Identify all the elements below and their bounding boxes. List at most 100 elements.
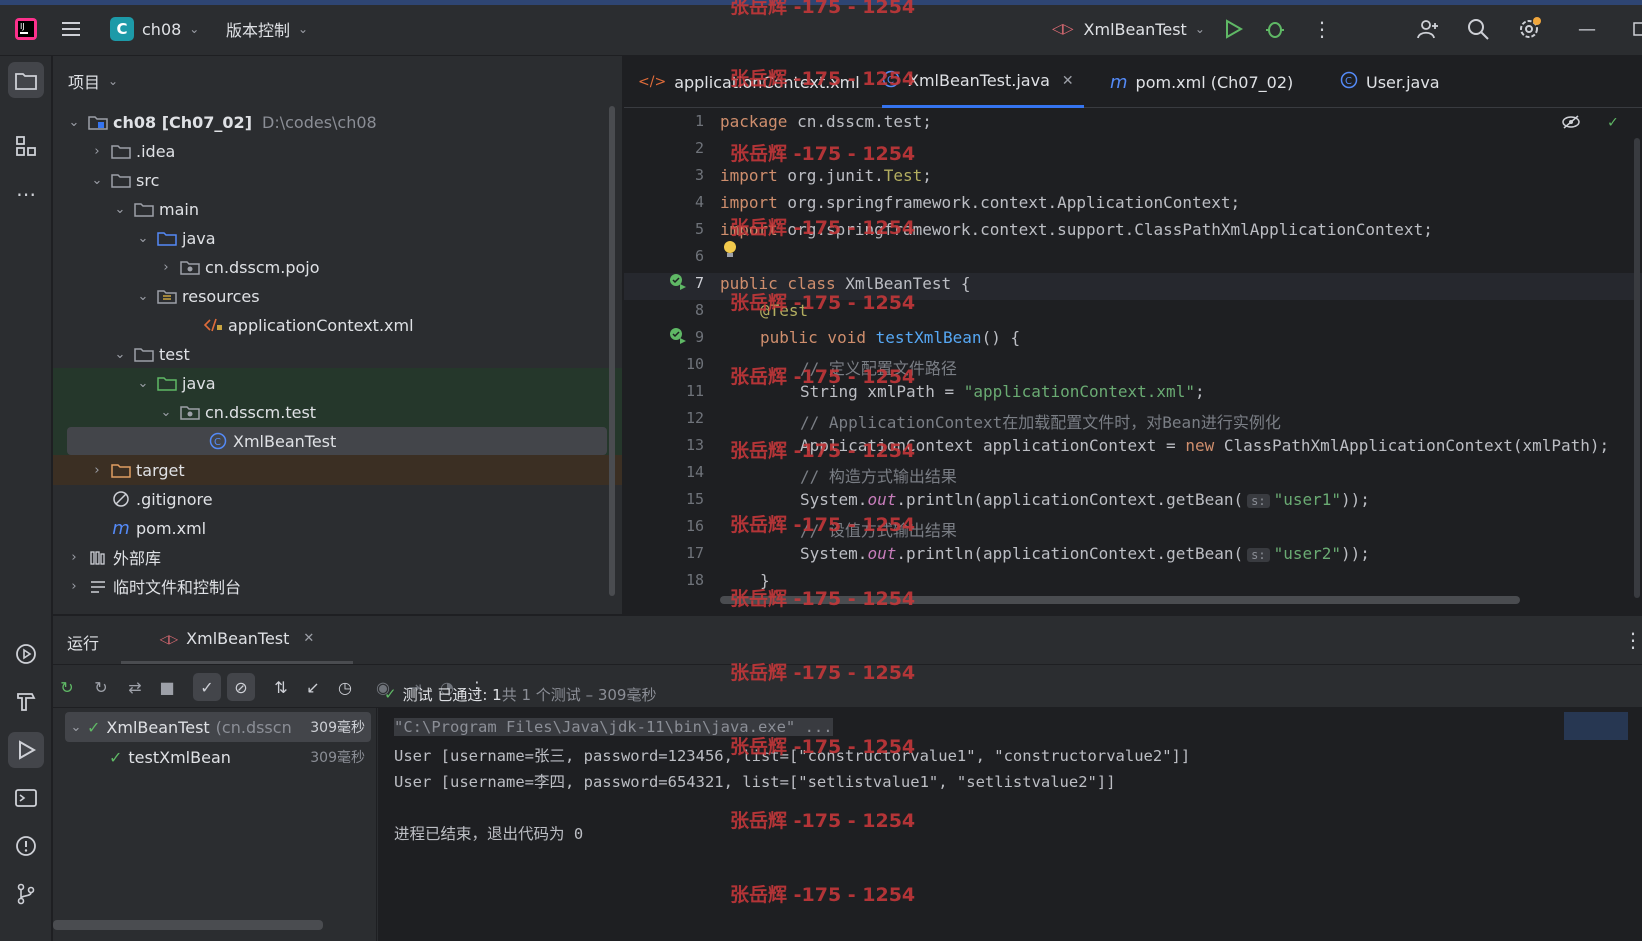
- toggle-auto-test-icon[interactable]: ⇄: [121, 673, 149, 701]
- tree-item-ch08[interactable]: ⌄ ch08 [Ch07_02] D:\codes\ch08: [53, 107, 622, 137]
- sort-icon[interactable]: ⇅: [267, 673, 295, 701]
- line-number: 14: [685, 463, 704, 481]
- terminal-tool-icon[interactable]: [8, 780, 44, 816]
- debug-button[interactable]: [1264, 14, 1286, 44]
- test-row-class[interactable]: ⌄ ✓ XmlBeanTest (cn.dsscn 309毫秒: [65, 712, 371, 742]
- chevron-right-icon[interactable]: ›: [65, 550, 83, 565]
- tree-item-label: XmlBeanTest: [233, 431, 337, 451]
- chevron-down-icon[interactable]: ⌄: [88, 173, 106, 188]
- project-scrollbar[interactable]: [609, 106, 615, 596]
- chevron-down-icon: ⌄: [108, 74, 119, 88]
- tree-item-target[interactable]: › target: [53, 455, 622, 485]
- reader-mode-eye-icon[interactable]: [1562, 114, 1580, 133]
- chevron-down-icon[interactable]: ⌄: [111, 347, 129, 362]
- test-history-icon[interactable]: ◷: [331, 673, 359, 701]
- tree-item-main-java[interactable]: ⌄ java: [53, 223, 622, 253]
- more-actions-icon[interactable]: ⋮: [1312, 14, 1332, 44]
- editor-horizontal-scrollbar[interactable]: [720, 596, 1520, 604]
- line-number: 16: [685, 517, 704, 535]
- tree-item-external-libs[interactable]: › 外部库: [53, 542, 622, 572]
- code-editor[interactable]: 1 2 3 4 5 6 7 8 9 10 11 12 13 14 15 16 1…: [624, 108, 1642, 614]
- console-output[interactable]: ✓ 测试 已通过: 1 共 1 个测试 – 309毫秒 "C:\Program …: [378, 685, 1642, 941]
- run-test-gutter-icon[interactable]: [668, 326, 688, 350]
- build-tool-icon[interactable]: [8, 684, 44, 720]
- minimize-icon[interactable]: —: [1578, 14, 1596, 44]
- problems-tool-icon[interactable]: [8, 828, 44, 864]
- line-number: 11: [685, 382, 704, 400]
- chevron-right-icon[interactable]: ›: [157, 260, 175, 275]
- chevron-right-icon[interactable]: ›: [65, 579, 83, 594]
- tree-item-resources[interactable]: ⌄ resources: [53, 281, 622, 311]
- tree-item-label: java: [182, 373, 216, 393]
- run-config-selector[interactable]: ◁▷ XmlBeanTest ⌄: [1052, 14, 1205, 44]
- tab-pom-xml[interactable]: m pom.xml (Ch07_02): [1110, 56, 1293, 108]
- xml-file-icon: </>: [638, 74, 667, 90]
- show-ignored-icon[interactable]: ⊘: [227, 673, 255, 701]
- lightbulb-icon[interactable]: [722, 240, 738, 264]
- run-panel-options-icon[interactable]: ⋮: [1623, 628, 1642, 652]
- tree-item-pojo-package[interactable]: › cn.dsscm.pojo: [53, 252, 622, 282]
- tree-item-pom[interactable]: m pom.xml: [53, 513, 622, 543]
- more-tools-icon[interactable]: ⋯: [8, 176, 44, 212]
- project-tool-icon[interactable]: [8, 62, 44, 98]
- close-icon[interactable]: ✕: [1062, 73, 1074, 89]
- run-tool-icon[interactable]: [8, 732, 44, 768]
- inspection-ok-icon[interactable]: ✓: [1608, 112, 1618, 131]
- test-row-method[interactable]: ✓ testXmlBean 309毫秒: [65, 742, 371, 772]
- test-tree-scrollbar[interactable]: [53, 920, 323, 930]
- run-toolbar: ↻ ↻ ⇄ ■ ✓ ⊘ ⇅ ↙ ◷ ◉ ⇥ ◔ ⋮: [53, 664, 1642, 708]
- code-comment: // 设值方式输出结果: [800, 521, 957, 540]
- chevron-down-icon[interactable]: ⌄: [65, 115, 83, 130]
- tree-item-test-package[interactable]: ⌄ cn.dsscm.test: [53, 397, 622, 427]
- services-tool-icon[interactable]: [8, 636, 44, 672]
- close-icon[interactable]: ✕: [303, 631, 314, 646]
- svg-text:IJ: IJ: [20, 22, 25, 31]
- structure-tool-icon[interactable]: [8, 128, 44, 164]
- settings-gear-icon[interactable]: [1516, 14, 1542, 44]
- chevron-right-icon[interactable]: ›: [88, 144, 106, 159]
- git-tool-icon[interactable]: [8, 876, 44, 912]
- chevron-down-icon[interactable]: ⌄: [134, 289, 152, 304]
- main-menu-icon[interactable]: [60, 14, 82, 44]
- stop-icon[interactable]: ■: [153, 673, 181, 701]
- maximize-icon[interactable]: [1632, 14, 1642, 44]
- tree-item-idea[interactable]: › .idea: [53, 136, 622, 166]
- search-icon[interactable]: [1466, 14, 1490, 44]
- title-strip: [0, 0, 1642, 5]
- tree-item-test-java[interactable]: ⌄ java: [53, 368, 622, 398]
- run-button[interactable]: [1222, 14, 1244, 44]
- ide-logo-icon[interactable]: IJ: [14, 14, 38, 44]
- rerun-failed-icon[interactable]: ↻: [87, 673, 115, 701]
- rerun-icon[interactable]: ↻: [53, 673, 81, 701]
- project-panel-header[interactable]: 项目 ⌄: [53, 56, 622, 106]
- tab-applicationcontext-xml[interactable]: </> applicationContext.xml: [638, 56, 860, 108]
- tree-item-src[interactable]: ⌄ src: [53, 165, 622, 195]
- tab-xmlbeantest-java[interactable]: C XmlBeanTest.java ✕: [882, 56, 1084, 108]
- tree-item-appcontext-xml[interactable]: applicationContext.xml: [53, 310, 622, 340]
- add-user-icon[interactable]: [1416, 14, 1440, 44]
- collapse-all-icon[interactable]: ↙: [299, 673, 327, 701]
- run-config-label: XmlBeanTest: [1083, 19, 1187, 39]
- run-test-gutter-icon[interactable]: [668, 272, 688, 296]
- chevron-down-icon[interactable]: ⌄: [134, 231, 152, 246]
- show-passed-icon[interactable]: ✓: [193, 673, 221, 701]
- chevron-down-icon[interactable]: ⌄: [111, 202, 129, 217]
- chevron-down-icon[interactable]: ⌄: [65, 720, 87, 735]
- project-selector[interactable]: C ch08 ⌄: [110, 14, 199, 44]
- tree-item-xmlbeantest-row: C XmlBeanTest: [53, 426, 622, 456]
- tree-item-scratches[interactable]: › 临时文件和控制台: [53, 571, 622, 601]
- tree-item-test[interactable]: ⌄ test: [53, 339, 622, 369]
- chevron-down-icon[interactable]: ⌄: [157, 405, 175, 420]
- tab-user-java[interactable]: C User.java: [1340, 56, 1440, 108]
- code-string: "user2": [1273, 544, 1342, 563]
- chevron-down-icon[interactable]: ⌄: [134, 376, 152, 391]
- tree-item-xmlbeantest[interactable]: C XmlBeanTest: [203, 432, 336, 451]
- chevron-right-icon[interactable]: ›: [88, 463, 106, 478]
- tree-item-gitignore[interactable]: .gitignore: [53, 484, 622, 514]
- code-token: out: [867, 544, 897, 563]
- vcs-menu[interactable]: 版本控制 ⌄: [226, 14, 308, 44]
- tree-item-main[interactable]: ⌄ main: [53, 194, 622, 224]
- editor-vertical-scrollbar[interactable]: [1634, 138, 1640, 598]
- code-token: import: [720, 193, 778, 212]
- run-tab-xmlbeantest[interactable]: ◁▷ XmlBeanTest ✕: [121, 616, 353, 664]
